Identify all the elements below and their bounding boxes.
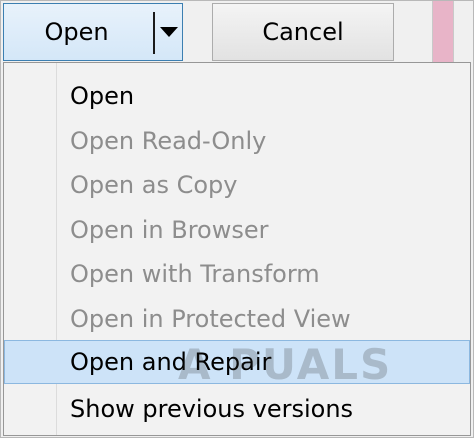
menu-item-open-with-transform[interactable]: Open with Transform <box>4 252 470 296</box>
menu-item-open-in-browser[interactable]: Open in Browser <box>4 208 470 252</box>
menu-item-open-as-copy[interactable]: Open as Copy <box>4 163 470 207</box>
open-split-button: Open <box>3 3 183 61</box>
open-options-menu: Open Open Read-Only Open as Copy Open in… <box>3 62 471 436</box>
open-dropdown-button[interactable] <box>156 4 182 60</box>
button-bar: Open Cancel <box>0 0 474 62</box>
caret-down-icon <box>160 27 178 37</box>
background-window-edge <box>432 0 454 62</box>
menu-item-open-read-only[interactable]: Open Read-Only <box>4 119 470 163</box>
cancel-button[interactable]: Cancel <box>212 3 394 61</box>
menu-item-open-and-repair[interactable]: Open and Repair <box>4 340 470 384</box>
split-separator <box>153 12 155 54</box>
menu-item-open-in-protected-view[interactable]: Open in Protected View <box>4 297 470 341</box>
open-button[interactable]: Open <box>4 4 149 60</box>
menu-item-open[interactable]: Open <box>4 74 470 118</box>
menu-item-show-previous-versions[interactable]: Show previous versions <box>4 387 470 431</box>
